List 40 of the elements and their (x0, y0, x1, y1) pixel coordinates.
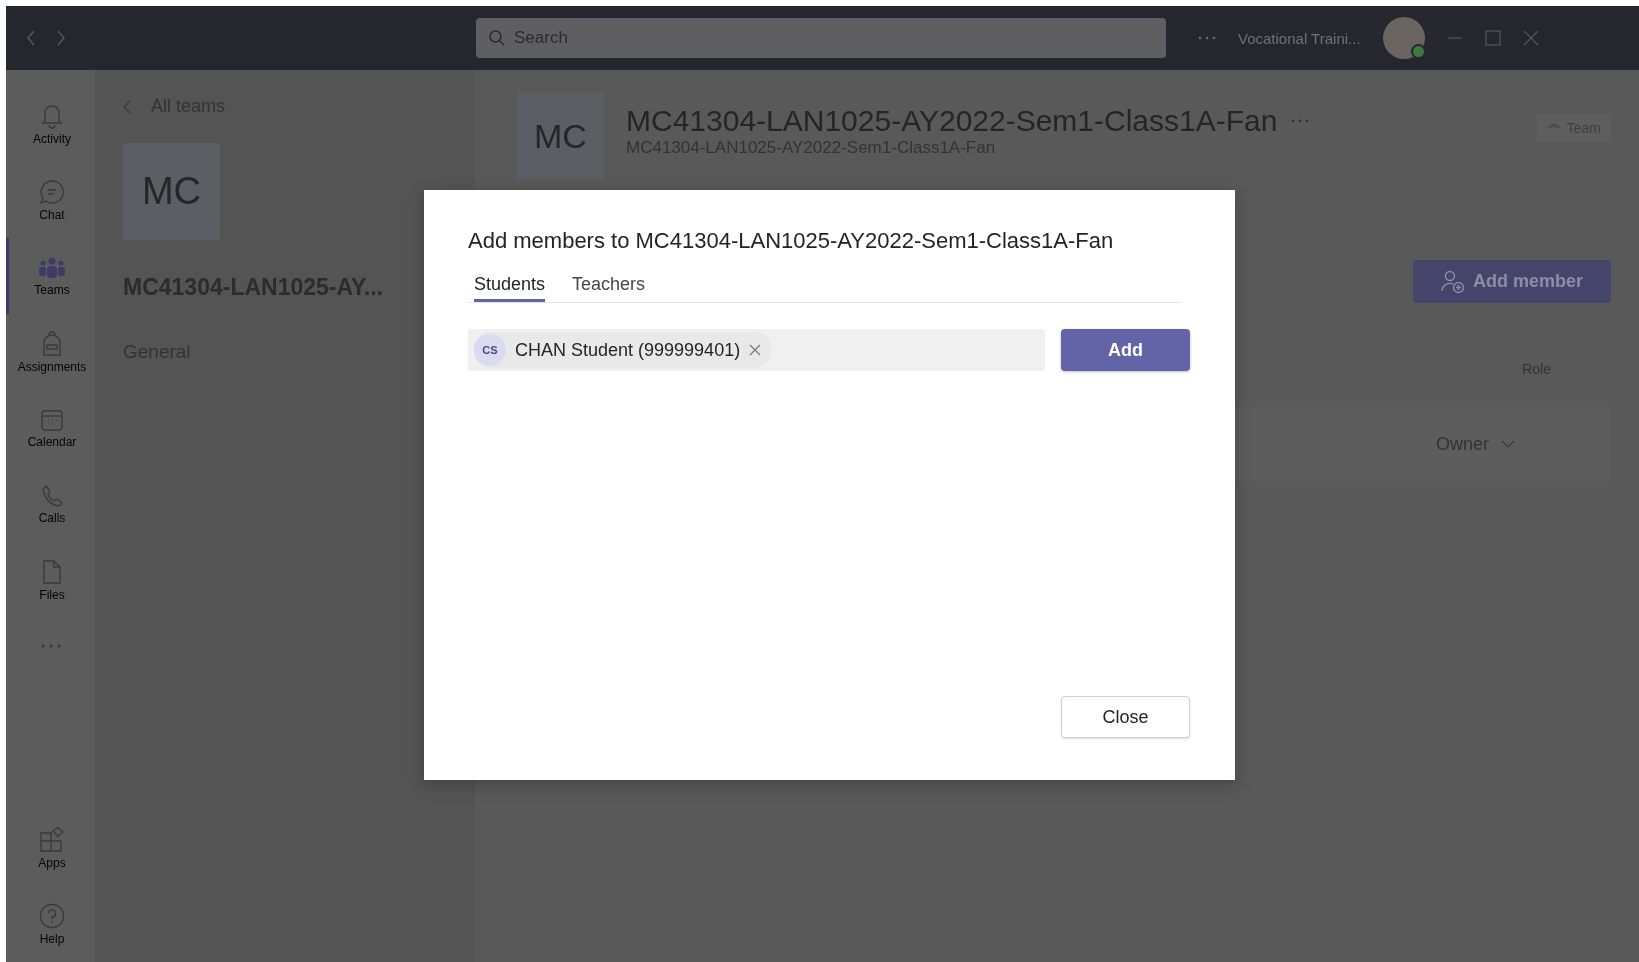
app-bar-item[interactable]: Assignments (6, 314, 95, 390)
help-icon (39, 902, 65, 929)
search-icon (488, 29, 506, 47)
backpack-icon (40, 330, 64, 357)
dialog-title: Add members to MC41304-LAN1025-AY2022-Sem1-Class1A-Fan (468, 228, 1115, 254)
presence-dot (1410, 44, 1426, 59)
apps-grid-icon (39, 826, 65, 853)
people-picker-field[interactable]: CS CHAN Student (999999401) (468, 329, 1045, 371)
app-bar-item[interactable]: Chat (6, 162, 95, 238)
bell-icon (40, 102, 64, 129)
app-bar-item[interactable]: Files (6, 542, 95, 618)
close-button[interactable]: Close (1061, 696, 1190, 738)
app-bar-item[interactable]: Help (6, 886, 95, 962)
team-avatar: MC (517, 92, 604, 180)
team-avatar: MC (123, 143, 220, 240)
chevron-left-icon (123, 99, 131, 114)
tab[interactable]: Students (474, 274, 546, 302)
more-options-icon[interactable] (1291, 119, 1310, 123)
file-icon (42, 558, 62, 585)
organization-name[interactable]: Vocational Traini... (1238, 29, 1361, 47)
phone-icon (40, 483, 64, 508)
add-member-button[interactable]: Add member (1413, 260, 1611, 303)
chat-bubble-icon (39, 178, 65, 205)
remove-icon[interactable] (749, 344, 762, 356)
person-name: CHAN Student (999999401) (515, 339, 741, 361)
add-person-icon (1441, 269, 1465, 294)
chevron-down-icon (1501, 440, 1515, 448)
maximize-icon[interactable] (1484, 30, 1501, 46)
app-bar-item[interactable]: Calendar (6, 390, 95, 466)
people-group-icon (38, 255, 66, 280)
close-icon[interactable] (1522, 30, 1539, 46)
profile-avatar[interactable] (1382, 17, 1425, 59)
tab[interactable]: Teachers (572, 274, 646, 302)
calendar-icon (40, 407, 64, 432)
person-initials-avatar: CS (474, 334, 506, 366)
app-bar-item[interactable]: Apps (6, 810, 95, 886)
app-bar-item[interactable]: Activity (6, 86, 95, 162)
more-options-icon[interactable] (1198, 36, 1216, 40)
app-bar-item[interactable]: Calls (6, 466, 95, 542)
add-button[interactable]: Add (1061, 329, 1190, 371)
